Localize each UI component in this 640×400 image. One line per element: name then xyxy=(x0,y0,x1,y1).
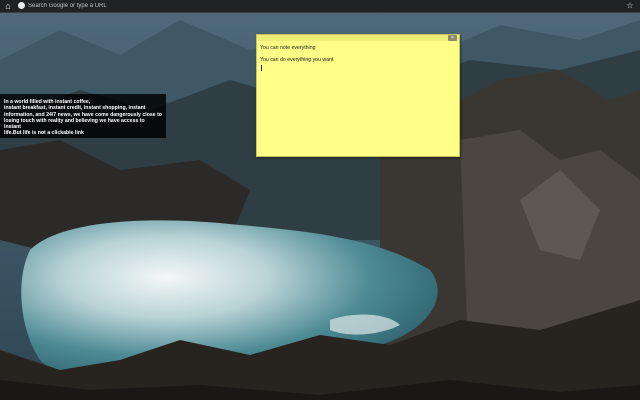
google-icon xyxy=(18,2,25,9)
quote-line: information, and 24/7 news, we have come… xyxy=(4,111,162,118)
quote-line: instant breakfast, instant credit, insta… xyxy=(4,105,146,112)
close-icon[interactable]: × xyxy=(448,35,457,41)
star-icon[interactable]: ☆ xyxy=(625,0,635,12)
quote-line: losing touch with reality and believing … xyxy=(4,117,145,131)
quote-line: life.But life is not a clickable link xyxy=(4,130,84,137)
note-text-line: You can do everything you want xyxy=(260,57,334,64)
sticky-note-header[interactable]: × xyxy=(257,35,459,41)
home-icon[interactable]: ⌂ xyxy=(3,1,13,11)
omnibox-search-input[interactable] xyxy=(28,0,588,12)
quote-box: In a world filled with instant coffee, i… xyxy=(0,94,166,138)
sticky-note[interactable]: × You can note everything You can do eve… xyxy=(256,34,460,157)
browser-toolbar: ⌂ ☆ xyxy=(0,0,640,13)
text-caret xyxy=(261,64,262,71)
sticky-note-textarea[interactable]: You can note everything You can do every… xyxy=(260,45,456,153)
new-tab-page: ⌂ ☆ In a world filled with instant coffe… xyxy=(0,0,640,400)
